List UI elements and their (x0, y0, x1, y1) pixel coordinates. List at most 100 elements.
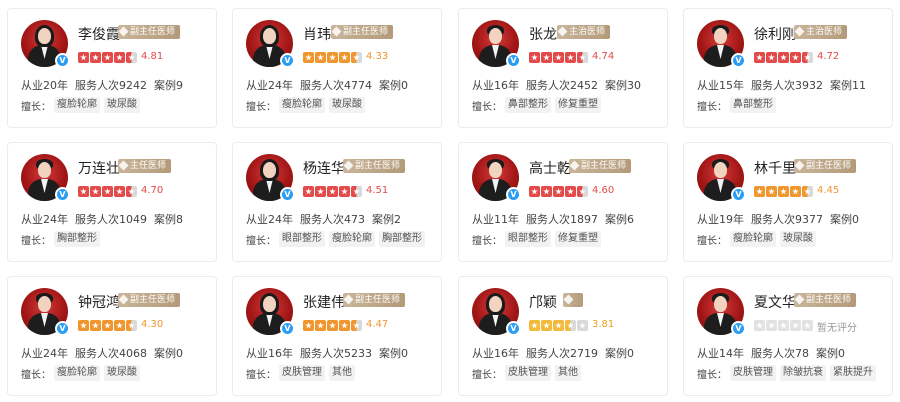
doctor-name[interactable]: 张建伟 (303, 292, 345, 312)
star-icon (114, 320, 125, 331)
specialties-label: 擅长： (697, 369, 727, 381)
verified-icon: V (280, 53, 295, 68)
title-badge: 主治医师 (794, 25, 848, 39)
specialty-tag[interactable]: 紧肤提升 (830, 365, 876, 381)
specialty-tag[interactable]: 玻尿酸 (780, 231, 816, 247)
doctor-name[interactable]: 夏文华 (754, 292, 796, 312)
doctor-card[interactable]: V 杨连华 副主任医师 4.51 从业24年 服务人次473 案例2 擅长： 眼部整形 瘦脸轮廓胸… (232, 142, 442, 262)
specialty-tag[interactable]: 鼻部整形 (730, 97, 776, 113)
years-in-practice: 从业16年 (472, 347, 519, 360)
specialties: 擅长： 瘦脸轮廓 玻尿酸 (697, 231, 820, 247)
case-count: 案例9 (154, 79, 183, 92)
specialties: 擅长： 鼻部整形 (697, 97, 780, 113)
specialty-tag[interactable]: 修复重塑 (555, 97, 601, 113)
doctor-card[interactable]: V 邝颖 3.81 从业16年 服务人次2719 案例0 擅长： 皮肤管理 其他 (458, 276, 668, 396)
doctor-name[interactable]: 林千里 (754, 158, 796, 178)
doctor-card[interactable]: V 张建伟 副主任医师 4.47 从业16年 服务人次5233 案例0 擅长： 皮肤管理 其他 (232, 276, 442, 396)
specialty-tag[interactable]: 鼻部整形 (505, 97, 551, 113)
avatar[interactable]: V (21, 288, 70, 336)
star-icon (126, 320, 137, 331)
doctor-card[interactable]: V 林千里 副主任医师 4.45 从业19年 服务人次9377 案例0 擅长： 瘦脸轮廓 玻尿酸 (683, 142, 893, 262)
star-icon (790, 52, 801, 63)
service-count: 服务人次2719 (526, 347, 598, 360)
avatar[interactable]: V (697, 20, 746, 68)
avatar[interactable]: V (472, 154, 521, 202)
star-icon (565, 320, 576, 331)
avatar[interactable]: V (472, 288, 521, 336)
avatar[interactable]: V (21, 154, 70, 202)
avatar[interactable]: V (21, 20, 70, 68)
rating-score: 4.30 (141, 319, 164, 330)
doctor-stats: 从业16年 服务人次2452 案例30 (472, 77, 648, 93)
specialty-tag[interactable]: 其他 (555, 365, 581, 381)
specialties-label: 擅长： (21, 101, 51, 113)
avatar[interactable]: V (246, 154, 295, 202)
specialty-tag[interactable]: 修复重塑 (555, 231, 601, 247)
specialty-tag[interactable]: 瘦脸轮廓 (329, 231, 375, 247)
years-in-practice: 从业16年 (472, 79, 519, 92)
doctor-name[interactable]: 肖玮 (303, 24, 331, 44)
doctor-name[interactable]: 万连壮 (78, 158, 120, 178)
avatar[interactable]: V (697, 288, 746, 336)
doctor-card[interactable]: V 万连壮 主任医师 4.70 从业24年 服务人次1049 案例8 擅长： 胸部整形 (7, 142, 217, 262)
specialty-tag[interactable]: 眼部整形 (279, 231, 325, 247)
star-icon (577, 186, 588, 197)
doctor-stats: 从业11年 服务人次1897 案例6 (472, 211, 641, 227)
star-icon (102, 52, 113, 63)
specialty-tag[interactable]: 眼部整形 (505, 231, 551, 247)
case-count: 案例0 (379, 79, 408, 92)
star-icon (529, 52, 540, 63)
star-icon (778, 320, 789, 331)
service-count: 服务人次78 (751, 347, 809, 360)
specialty-tag[interactable]: 其他 (329, 365, 355, 381)
specialty-tag[interactable]: 胸部整形 (54, 231, 100, 247)
doctor-card[interactable]: V 李俊霞 副主任医师 4.81 从业20年 服务人次9242 案例9 擅长： 瘦脸轮廓 玻尿酸 (7, 8, 217, 128)
specialty-tag[interactable]: 皮肤管理 (279, 365, 325, 381)
rating-stars (303, 186, 362, 197)
star-icon (339, 320, 350, 331)
specialty-tag[interactable]: 胸部整形 (379, 231, 425, 247)
avatar[interactable]: V (472, 20, 521, 68)
doctor-name[interactable]: 邝颖 (529, 292, 557, 312)
star-icon (541, 186, 552, 197)
specialty-tag[interactable]: 瘦脸轮廓 (54, 365, 100, 381)
doctor-card[interactable]: V 夏文华 副主任医师 暂无评分 从业14年 服务人次78 案例0 擅长： 皮肤管理 除皱抗衰 紧肤… (683, 276, 893, 396)
avatar[interactable]: V (246, 20, 295, 68)
star-icon (766, 186, 777, 197)
specialty-tag[interactable]: 皮肤管理 (730, 365, 776, 381)
doctor-card[interactable]: V 张龙 主治医师 4.74 从业16年 服务人次2452 案例30 擅长： 鼻部整形 修复重塑 (458, 8, 668, 128)
star-icon (78, 52, 89, 63)
years-in-practice: 从业14年 (697, 347, 744, 360)
doctor-name[interactable]: 高士乾 (529, 158, 571, 178)
doctor-card[interactable]: V 肖玮 副主任医师 4.33 从业24年 服务人次4774 案例0 擅长： 瘦脸轮廓 玻尿酸 (232, 8, 442, 128)
specialty-tag[interactable]: 除皱抗衰 (780, 365, 826, 381)
doctor-name[interactable]: 徐利刚 (754, 24, 796, 44)
avatar[interactable]: V (697, 154, 746, 202)
doctor-card[interactable]: V 高士乾 副主任医师 4.60 从业11年 服务人次1897 案例6 擅长： 眼部整形 修复重塑 (458, 142, 668, 262)
star-icon (790, 186, 801, 197)
years-in-practice: 从业24年 (21, 347, 68, 360)
specialty-tag[interactable]: 瘦脸轮廓 (279, 97, 325, 113)
specialty-tag[interactable]: 瘦脸轮廓 (730, 231, 776, 247)
doctor-name[interactable]: 张龙 (529, 24, 557, 44)
specialty-tag[interactable]: 玻尿酸 (104, 97, 140, 113)
specialty-tag[interactable]: 皮肤管理 (505, 365, 551, 381)
doctor-name[interactable]: 杨连华 (303, 158, 345, 178)
specialty-tag[interactable]: 玻尿酸 (104, 365, 140, 381)
service-count: 服务人次2452 (526, 79, 598, 92)
specialty-tag[interactable]: 玻尿酸 (329, 97, 365, 113)
doctor-name[interactable]: 李俊霞 (78, 24, 120, 44)
star-icon (327, 320, 338, 331)
rating-score: 暂无评分 (817, 323, 857, 334)
avatar[interactable]: V (246, 288, 295, 336)
doctor-stats: 从业16年 服务人次5233 案例0 (246, 345, 415, 361)
rating-stars (529, 320, 588, 331)
star-icon (90, 52, 101, 63)
specialty-tag[interactable]: 瘦脸轮廓 (54, 97, 100, 113)
doctor-card[interactable]: V 钟冠鸿 副主任医师 4.30 从业24年 服务人次4068 案例0 擅长： 瘦脸轮廓 玻尿酸 (7, 276, 217, 396)
case-count: 案例0 (816, 347, 845, 360)
service-count: 服务人次4774 (300, 79, 372, 92)
title-badge: 副主任医师 (343, 159, 406, 173)
doctor-card[interactable]: V 徐利刚 主治医师 4.72 从业15年 服务人次3932 案例11 擅长： 鼻部整形 (683, 8, 893, 128)
doctor-name[interactable]: 钟冠鸿 (78, 292, 120, 312)
